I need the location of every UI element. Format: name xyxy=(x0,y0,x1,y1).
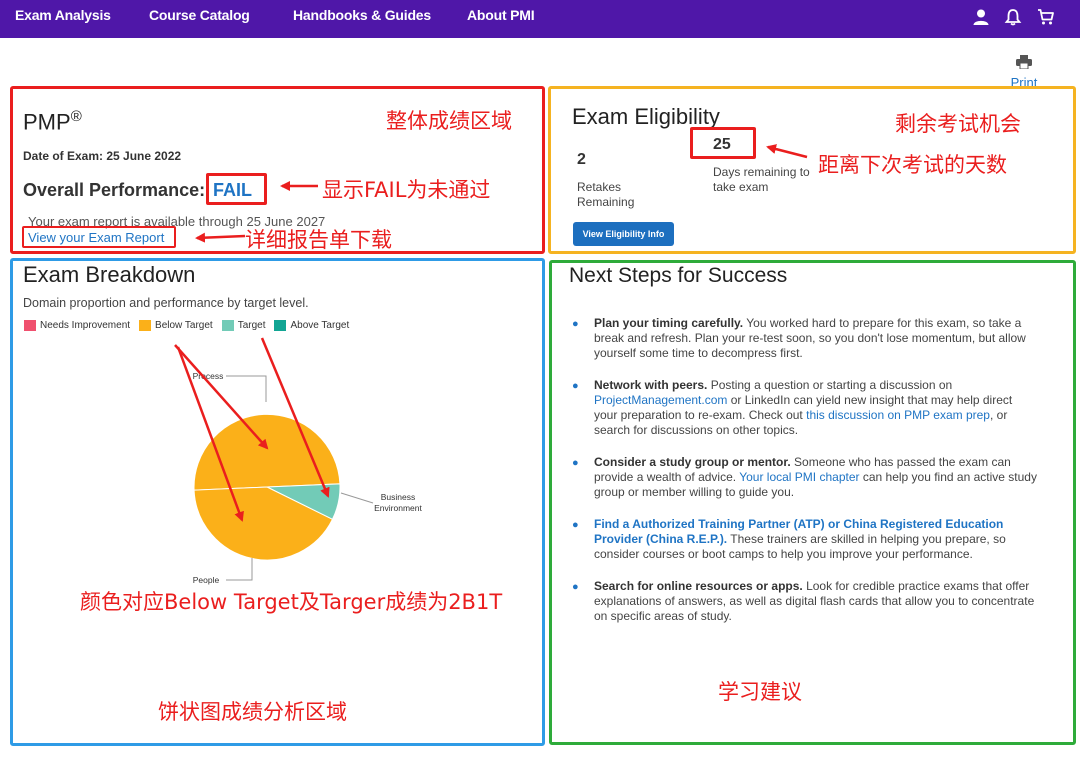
step-text: Posting a question or starting a discuss… xyxy=(707,378,953,392)
next-steps-title: Next Steps for Success xyxy=(569,264,788,287)
bullet-icon: ● xyxy=(572,519,579,531)
leader-line xyxy=(340,492,374,504)
step-heading: Consider a study group or mentor. xyxy=(594,455,791,469)
slice-label: Environment xyxy=(374,503,422,513)
local-chapter-link[interactable]: Your local PMI chapter xyxy=(739,470,859,484)
bullet-icon: ● xyxy=(572,318,579,330)
list-item: ● Consider a study group or mentor. Some… xyxy=(572,455,1037,500)
annotation-pie-area: 饼状图成绩分析区域 xyxy=(158,700,347,724)
projectmanagement-link[interactable]: ProjectManagement.com xyxy=(594,393,727,407)
step-heading: Search for online resources or apps. xyxy=(594,579,803,593)
annotation-arrow xyxy=(766,144,808,159)
bullet-icon: ● xyxy=(572,380,579,392)
slice-label: Process xyxy=(193,371,224,381)
leader-line xyxy=(226,558,253,581)
next-steps-list: ● Plan your timing carefully. You worked… xyxy=(572,316,1037,641)
slice-label: Business xyxy=(381,492,416,502)
list-item: ● Search for online resources or apps. L… xyxy=(572,579,1037,624)
step-heading: Network with peers. xyxy=(594,378,708,392)
annotation-advice: 学习建议 xyxy=(718,680,802,704)
step-heading: Plan your timing carefully. xyxy=(594,316,744,330)
list-item: ● Network with peers. Posting a question… xyxy=(572,378,1037,438)
annotation-color-note: 颜色对应Below Target及Targer成绩为2B1T xyxy=(80,590,503,614)
slice-label: People xyxy=(193,575,220,585)
list-item: ● Find a Authorized Training Partner (AT… xyxy=(572,517,1037,562)
list-item: ● Plan your timing carefully. You worked… xyxy=(572,316,1037,361)
annotation-arrow xyxy=(195,232,246,243)
pmp-discussion-link[interactable]: this discussion on PMP exam prep xyxy=(806,408,990,422)
leader-line xyxy=(226,375,267,402)
bullet-icon: ● xyxy=(572,457,579,469)
bullet-icon: ● xyxy=(572,581,579,593)
